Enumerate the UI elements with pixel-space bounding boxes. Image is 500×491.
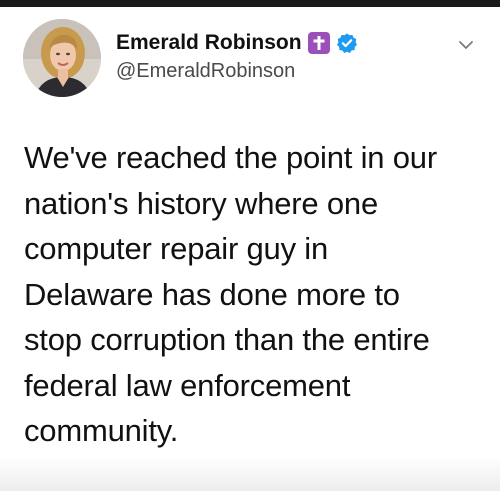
tweet-text-line: computer repair guy in <box>24 231 329 266</box>
latin-cross-icon <box>307 32 330 54</box>
author-handle[interactable]: @EmeraldRobinson <box>116 60 295 83</box>
tweet-body: We've reached the point in our nation's … <box>24 135 484 454</box>
author-display-name[interactable]: Emerald Robinson <box>116 31 302 55</box>
tweet-text-line: nation's history where one <box>24 185 378 221</box>
chevron-down-icon[interactable] <box>456 35 476 55</box>
tweet-text-line: stop corruption than the entire <box>24 322 430 357</box>
avatar[interactable] <box>23 19 101 97</box>
tweet-text-line: We've reached the point in our <box>24 140 437 175</box>
tweet-text-line: Delaware has done more to <box>24 276 400 312</box>
tweet-text-line: federal law enforcement <box>24 367 351 403</box>
author-name-row: Emerald Robinson <box>116 29 358 57</box>
verified-badge-icon <box>336 33 357 53</box>
bottom-shadow <box>0 457 500 491</box>
top-edge-strip <box>0 0 500 7</box>
tweet-card: Emerald Robinson @EmeraldRobinson We've … <box>0 7 500 491</box>
tweet-text-line: community. <box>24 413 179 448</box>
